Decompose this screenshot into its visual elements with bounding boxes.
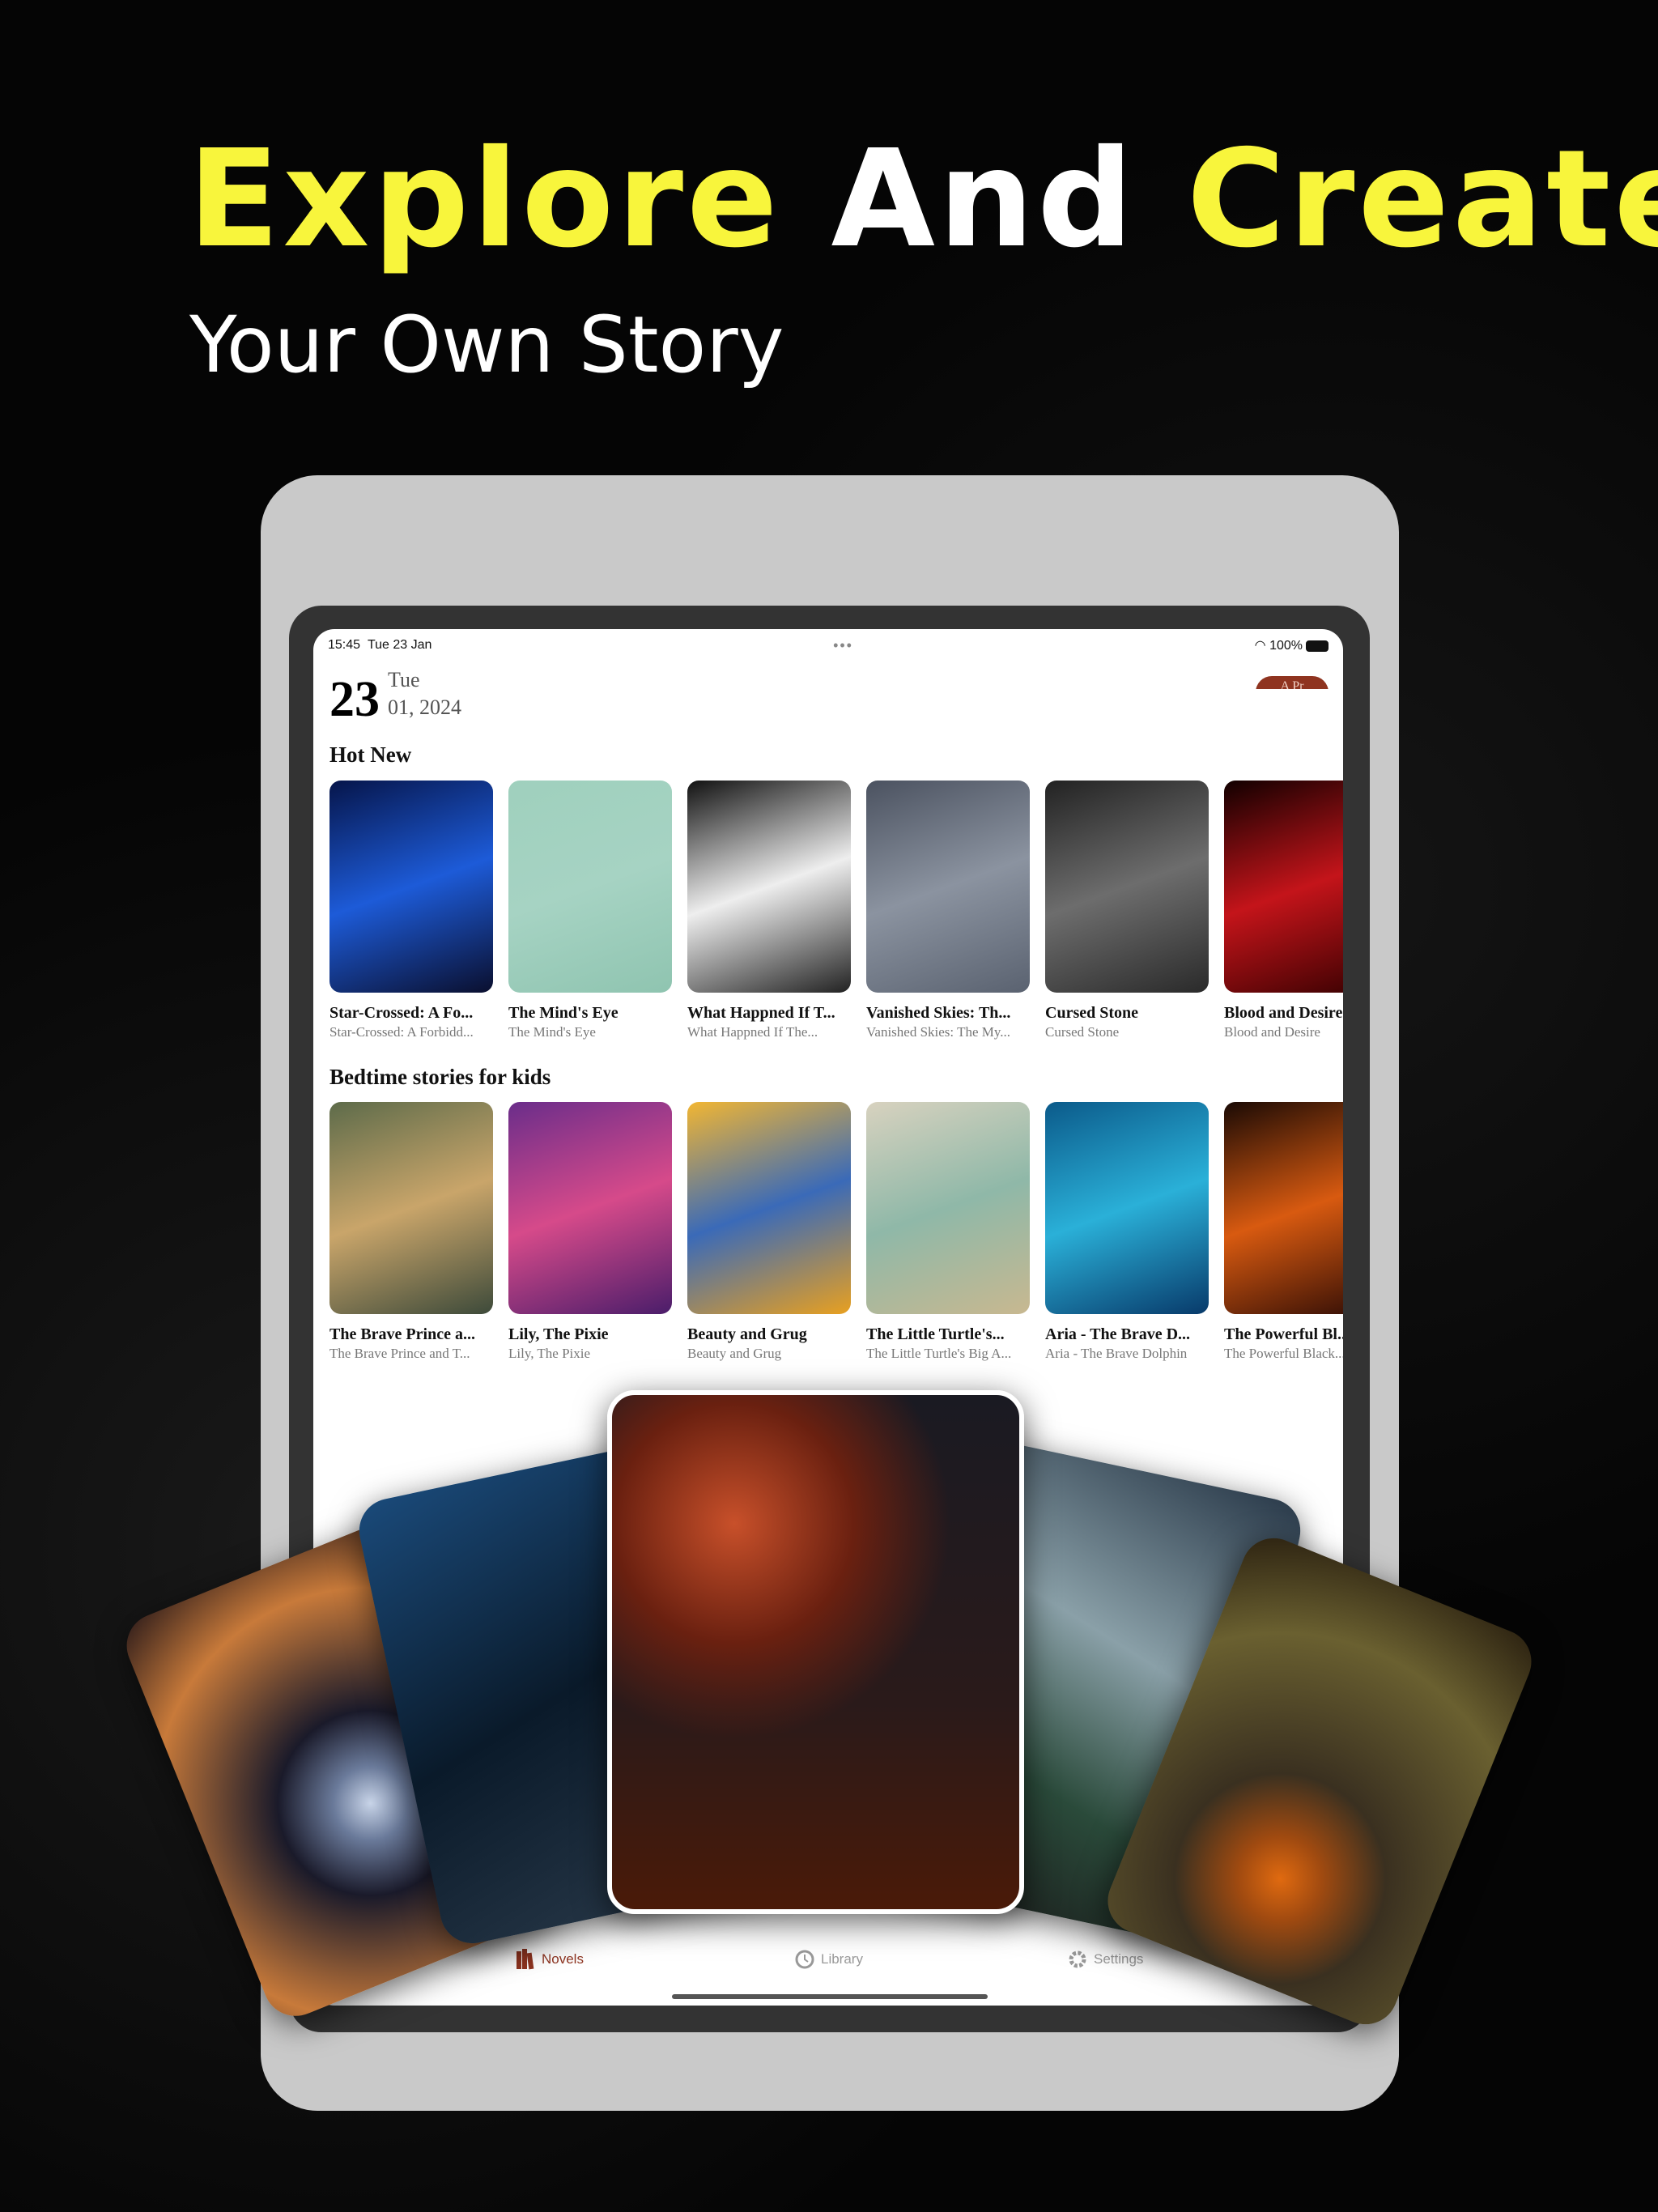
books-icon (517, 1949, 534, 1970)
status-bar: 15:45 Tue 23 Jan ••• ◠ 100% (328, 634, 1329, 657)
book-title: Star-Crossed: A Fo... (329, 1004, 474, 1022)
clock-icon (795, 1950, 814, 1969)
book-subtitle: Beauty and Grug (687, 1346, 782, 1361)
book-subtitle: Blood and Desire (1224, 1024, 1320, 1040)
tab-novels[interactable]: Novels (516, 1949, 584, 1970)
book-title: The Mind's Eye (508, 1004, 619, 1022)
weekday: Tue (388, 668, 420, 691)
battery-icon (1306, 640, 1329, 652)
book-card[interactable]: Lily, The Pixie Lily, The Pixie (508, 1102, 672, 1362)
bedtime-row: The Brave Prince a... The Brave Prince an… (329, 1102, 1343, 1362)
book-card[interactable]: The Mind's Eye The Mind's Eye (508, 781, 672, 1040)
book-title: Lily, The Pixie (508, 1325, 609, 1343)
tab-label: Settings (1094, 1951, 1144, 1967)
book-cover[interactable] (329, 1102, 493, 1314)
book-subtitle: Aria - The Brave Dolphin (1045, 1346, 1188, 1361)
tab-label: Novels (542, 1951, 584, 1967)
book-title: Cursed Stone (1045, 1004, 1139, 1022)
status-date: Tue 23 Jan (367, 638, 432, 652)
book-cover[interactable] (329, 781, 493, 993)
headline-word: And (831, 121, 1137, 278)
subtitle: Your Own Story (189, 300, 784, 390)
book-cover[interactable] (508, 1102, 672, 1314)
book-cover[interactable] (1224, 1102, 1343, 1314)
wifi-icon: ◠ (1254, 639, 1266, 653)
book-title: Beauty and Grug (687, 1325, 807, 1343)
book-cover[interactable] (687, 781, 851, 993)
tab-settings[interactable]: Settings (1068, 1949, 1143, 1970)
book-subtitle: Vanished Skies: The My... (866, 1024, 1011, 1040)
book-card[interactable]: The Brave Prince a... The Brave Prince an… (329, 1102, 493, 1362)
book-title: The Little Turtle's... (866, 1325, 1005, 1343)
book-title: Vanished Skies: Th... (866, 1004, 1011, 1022)
book-card[interactable]: Beauty and Grug Beauty and Grug (687, 1102, 851, 1362)
book-title: What Happned If T... (687, 1004, 835, 1022)
book-cover[interactable] (687, 1102, 851, 1314)
headline-word: Create (1186, 121, 1658, 278)
book-card[interactable]: What Happned If T... What Happned If The.… (687, 781, 851, 1040)
book-card[interactable]: Blood and Desire Blood and Desire (1224, 781, 1343, 1040)
book-subtitle: The Brave Prince and T... (329, 1346, 470, 1361)
month-year: 01, 2024 (388, 696, 461, 719)
book-card[interactable]: Cursed Stone Cursed Stone (1045, 781, 1209, 1040)
book-cover[interactable] (866, 781, 1030, 993)
book-subtitle: The Little Turtle's Big A... (866, 1346, 1012, 1361)
date-detail: Tue 01, 2024 (388, 666, 461, 721)
book-title: The Brave Prince a... (329, 1325, 475, 1343)
book-subtitle: Lily, The Pixie (508, 1346, 591, 1361)
book-title: The Powerful Bl... (1224, 1325, 1343, 1343)
multitasking-dots-icon[interactable]: ••• (833, 637, 853, 654)
book-card[interactable]: Star-Crossed: A Fo... Star-Crossed: A For… (329, 781, 493, 1040)
tab-label: Library (821, 1951, 863, 1967)
tab-library[interactable]: Library (795, 1949, 863, 1970)
promo-cover-dragon (607, 1390, 1024, 1914)
book-card[interactable]: The Little Turtle's... The Little Turtle'… (866, 1102, 1030, 1362)
book-cover[interactable] (1045, 781, 1209, 993)
battery-percent: 100% (1269, 639, 1303, 653)
section-title-bedtime: Bedtime stories for kids (329, 1065, 551, 1089)
book-cover[interactable] (508, 781, 672, 993)
header-action-button[interactable]: A Pr (1256, 676, 1329, 689)
book-title: Blood and Desire (1224, 1004, 1343, 1022)
book-card[interactable]: The Powerful Bl... The Powerful Black... (1224, 1102, 1343, 1362)
headline-word: Explore (188, 121, 781, 278)
hot-new-row: Star-Crossed: A Fo... Star-Crossed: A For… (329, 781, 1343, 1040)
book-card[interactable]: Vanished Skies: Th... Vanished Skies: The… (866, 781, 1030, 1040)
book-subtitle: Star-Crossed: A Forbidd... (329, 1024, 474, 1040)
book-subtitle: What Happned If The... (687, 1024, 818, 1040)
book-cover[interactable] (1045, 1102, 1209, 1314)
gear-icon (1069, 1950, 1086, 1968)
book-subtitle: The Mind's Eye (508, 1024, 596, 1040)
headline: Explore And Create (188, 121, 1658, 278)
section-title-hot-new: Hot New (329, 742, 412, 767)
home-indicator (672, 1994, 988, 1999)
book-title: Aria - The Brave D... (1045, 1325, 1191, 1343)
book-card[interactable]: Aria - The Brave D... Aria - The Brave Do… (1045, 1102, 1209, 1362)
book-subtitle: The Powerful Black... (1224, 1346, 1343, 1361)
book-cover[interactable] (1224, 781, 1343, 993)
status-time: 15:45 (328, 638, 361, 652)
date-day: 23 (329, 672, 380, 727)
book-subtitle: Cursed Stone (1045, 1024, 1120, 1040)
book-cover[interactable] (866, 1102, 1030, 1314)
